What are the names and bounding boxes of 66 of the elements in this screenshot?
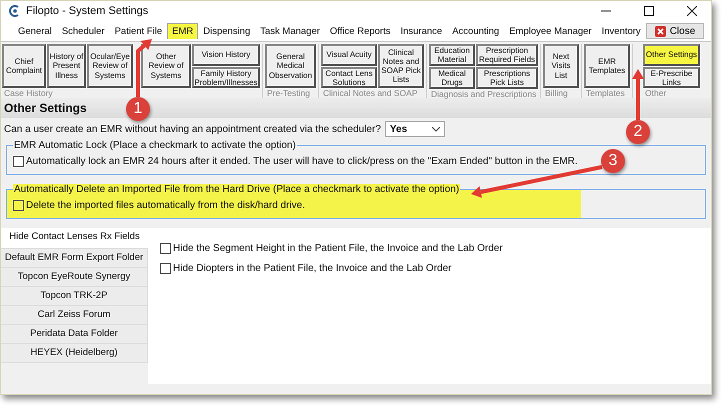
close-button[interactable]: Close — [646, 23, 704, 39]
toolbar-button[interactable]: Contact Lens Solutions — [321, 66, 377, 88]
eye-logo-icon — [9, 5, 21, 17]
toolbar-button[interactable]: General Medical Observation — [265, 44, 316, 88]
option-label: Hide Diopters in the Patient File, the Invoice and the Lab Order — [173, 262, 452, 274]
question-text: Can a user create an EMR without having an appointment created via the scheduler? — [4, 124, 381, 134]
group-label: Case History — [3, 88, 54, 98]
toolbar-button[interactable]: Next Visits List — [543, 44, 579, 88]
menu-tab[interactable]: Accounting — [447, 23, 504, 39]
toolbar-button[interactable]: Prescription Required Fields — [476, 44, 538, 66]
close-icon — [654, 26, 666, 36]
group-label: Other — [644, 88, 668, 98]
side-tab[interactable]: Hide Contact Lenses Rx Fields — [1, 228, 148, 249]
group-label: Diagnosis and Prescriptions — [430, 89, 538, 99]
toolbar-button[interactable]: Clinical Notes and SOAP Pick Lists — [378, 44, 424, 88]
option-label: Automatically lock an EMR 24 hours after it ended. The user will have to click/press on the "Exam Ended" button in the EMR. — [26, 156, 578, 166]
side-tab[interactable]: HEYEX (Heidelberg) — [1, 344, 148, 363]
toolbar-button[interactable]: Medical Drugs — [429, 67, 475, 89]
window-title: Filopto - System Settings — [26, 5, 148, 17]
group-legend: Automatically Delete an Imported File from the Hard Drive (Place a checkmark to activate the option) — [13, 184, 460, 195]
toolbar-button[interactable]: EMR Templates — [584, 44, 630, 88]
dropdown[interactable]: Yes — [384, 121, 445, 137]
toolbar-button[interactable]: Ocular/Eye Review of Systems — [87, 44, 133, 88]
step-number-badge: 2 — [626, 120, 650, 144]
step-number-badge: 1 — [126, 97, 150, 121]
checkbox[interactable] — [160, 242, 171, 254]
menu-tab[interactable]: Task Manager — [255, 23, 325, 39]
side-tab[interactable]: Default EMR Form Export Folder — [1, 249, 148, 268]
toolbar-button[interactable]: Education Material — [429, 44, 475, 66]
checkbox[interactable] — [160, 262, 171, 274]
group-label: Pre-Testing — [266, 88, 311, 98]
toolbar-button[interactable]: Other Settings — [643, 44, 700, 66]
section-title: Other Settings — [4, 101, 87, 115]
maximize-icon[interactable] — [644, 6, 654, 16]
side-tab[interactable]: Carl Zeiss Forum — [1, 306, 148, 325]
group-legend: EMR Automatic Lock (Place a checkmark to activate the option) — [13, 140, 297, 151]
menu-tab[interactable]: Insurance — [395, 23, 448, 39]
group-label: Templates — [585, 88, 626, 98]
option-label: Delete the imported files automatically from the disk/hard drive. — [26, 200, 306, 210]
toolbar-button[interactable]: Family History Problem/Illnesses — [192, 66, 260, 88]
menu-tab[interactable]: Dispensing — [198, 23, 256, 39]
side-tab[interactable]: Topcon EyeRoute Synergy — [1, 268, 148, 287]
caret-icon — [432, 126, 440, 132]
group-label: Clinical Notes and SOAP — [322, 88, 418, 98]
toolbar-button[interactable]: History of Present Illness — [47, 44, 86, 88]
option-label: Hide the Segment Height in the Patient File, the Invoice and the Lab Order — [173, 242, 503, 254]
toolbar-button[interactable]: Vision History — [192, 44, 260, 66]
toolbar-button[interactable]: Chief Complaint — [2, 44, 46, 88]
group-label: Billing — [544, 88, 569, 98]
checkbox[interactable] — [13, 200, 24, 210]
callout-arrow — [632, 69, 644, 120]
toolbar-button[interactable]: E-Prescribe Links — [643, 66, 700, 88]
toolbar-button[interactable]: Other Review of Systems — [141, 44, 191, 88]
menu-tab[interactable]: Employee Manager — [504, 23, 597, 39]
menu-tab[interactable]: Inventory — [596, 23, 646, 39]
menu-tab[interactable]: Scheduler — [56, 23, 110, 39]
toolbar-button[interactable]: Prescriptions Pick Lists — [476, 67, 538, 89]
menu-tab[interactable]: General — [13, 23, 57, 39]
close-icon[interactable] — [687, 6, 697, 16]
menu-tab[interactable]: Patient File — [110, 23, 168, 39]
menu-tab[interactable]: Office Reports — [324, 23, 396, 39]
side-tab[interactable]: Topcon TRK-2P — [1, 287, 148, 306]
side-tab[interactable]: Peridata Data Folder — [1, 325, 148, 344]
checkbox[interactable] — [13, 156, 24, 166]
toolbar-button[interactable]: Visual Acuity — [321, 44, 377, 66]
menu-tab[interactable]: EMR — [167, 23, 198, 39]
